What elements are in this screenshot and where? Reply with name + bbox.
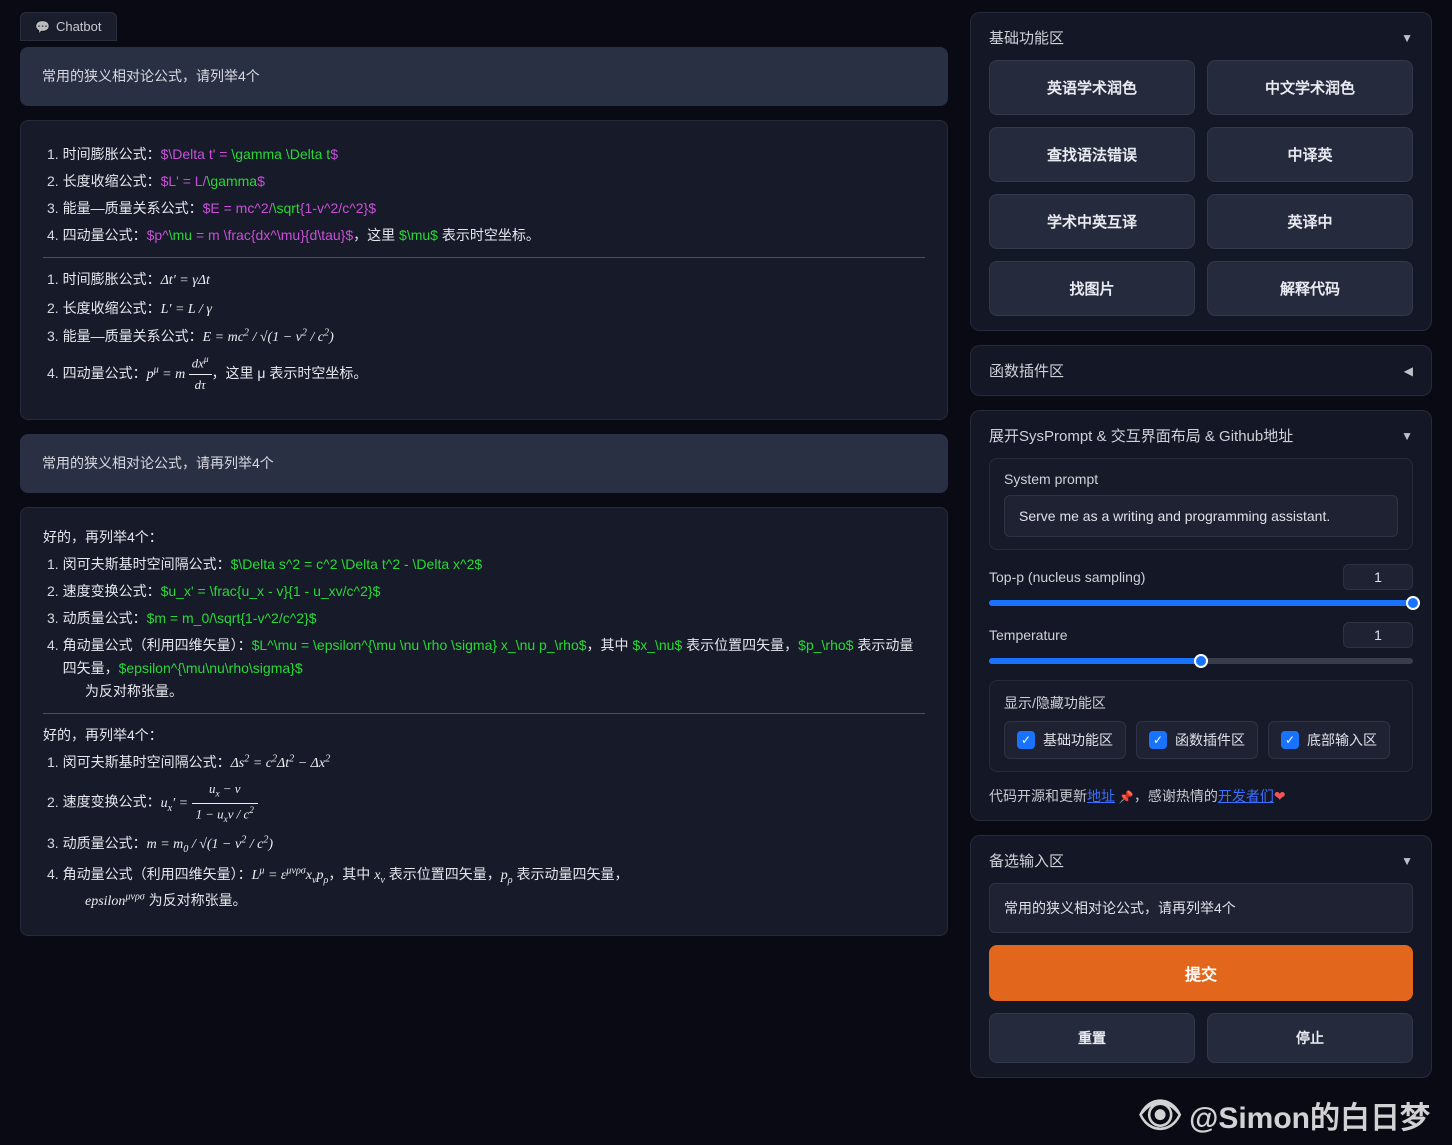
- chevron-down-icon[interactable]: ▼: [1401, 31, 1413, 45]
- toggle-0[interactable]: ✓基础功能区: [1004, 721, 1126, 759]
- function-button-3[interactable]: 中译英: [1207, 127, 1413, 182]
- function-button-7[interactable]: 解释代码: [1207, 261, 1413, 316]
- toggle-1[interactable]: ✓函数插件区: [1136, 721, 1258, 759]
- topp-value[interactable]: 1: [1343, 564, 1413, 590]
- formula-list-rendered: 闵可夫斯基时空间隔公式：Δs2 = c2Δt2 − Δx2 速度变换公式：ux′…: [43, 751, 925, 913]
- chat-area: 常用的狭义相对论公式，请列举4个 时间膨胀公式：$\Delta t' = \ga…: [20, 47, 954, 1133]
- panel-title: 展开SysPrompt & 交互界面布局 & Github地址: [989, 425, 1293, 446]
- topp-slider[interactable]: [989, 600, 1413, 606]
- checkbox-icon: ✓: [1281, 731, 1299, 749]
- system-prompt-input[interactable]: Serve me as a writing and programming as…: [1004, 495, 1398, 537]
- submit-button[interactable]: 提交: [989, 945, 1413, 1001]
- temperature-value[interactable]: 1: [1343, 622, 1413, 648]
- plugin-panel: 函数插件区 ◀: [970, 345, 1432, 396]
- chat-icon: 💬: [35, 20, 50, 34]
- function-button-6[interactable]: 找图片: [989, 261, 1195, 316]
- heart-icon: ❤: [1274, 788, 1286, 804]
- assistant-message: 好的，再列举4个： 闵可夫斯基时空间隔公式：$\Delta s^2 = c^2 …: [20, 507, 948, 937]
- stop-button[interactable]: 停止: [1207, 1013, 1413, 1063]
- toggle-section-label: 显示/隐藏功能区: [1004, 693, 1398, 713]
- chevron-down-icon[interactable]: ▼: [1401, 854, 1413, 868]
- panel-title: 备选输入区: [989, 850, 1064, 871]
- devs-link[interactable]: 开发者们: [1218, 788, 1274, 804]
- system-prompt-label: System prompt: [1004, 471, 1398, 487]
- credits-line: 代码开源和更新地址 📌，感谢热情的开发者们❤: [989, 786, 1413, 806]
- formula-list-raw: 时间膨胀公式：$\Delta t' = \gamma \Delta t$ 长度收…: [43, 143, 925, 247]
- user-message: 常用的狭义相对论公式，请列举4个: [20, 47, 948, 106]
- tab-bar: 💬 Chatbot: [20, 12, 954, 41]
- chevron-left-icon[interactable]: ◀: [1404, 364, 1413, 378]
- function-button-4[interactable]: 学术中英互译: [989, 194, 1195, 249]
- tab-label: Chatbot: [56, 19, 102, 34]
- panel-title: 函数插件区: [989, 360, 1064, 381]
- function-button-0[interactable]: 英语学术润色: [989, 60, 1195, 115]
- topp-label: Top-p (nucleus sampling): [989, 569, 1145, 585]
- formula-list-rendered: 时间膨胀公式：Δt′ = γΔt 长度收缩公式：L′ = L / γ 能量—质量…: [43, 268, 925, 396]
- panel-title: 基础功能区: [989, 27, 1064, 48]
- function-button-1[interactable]: 中文学术润色: [1207, 60, 1413, 115]
- reset-button[interactable]: 重置: [989, 1013, 1195, 1063]
- checkbox-icon: ✓: [1149, 731, 1167, 749]
- sysprompt-panel: 展开SysPrompt & 交互界面布局 & Github地址 ▼ System…: [970, 410, 1432, 821]
- toggle-2[interactable]: ✓底部输入区: [1268, 721, 1390, 759]
- source-link[interactable]: 地址: [1087, 788, 1115, 804]
- checkbox-icon: ✓: [1017, 731, 1035, 749]
- function-button-2[interactable]: 查找语法错误: [989, 127, 1195, 182]
- temperature-label: Temperature: [989, 627, 1068, 643]
- temperature-slider[interactable]: [989, 658, 1413, 664]
- assistant-message: 时间膨胀公式：$\Delta t' = \gamma \Delta t$ 长度收…: [20, 120, 948, 419]
- chevron-down-icon[interactable]: ▼: [1401, 429, 1413, 443]
- function-button-5[interactable]: 英译中: [1207, 194, 1413, 249]
- formula-list-raw: 闵可夫斯基时空间隔公式：$\Delta s^2 = c^2 \Delta t^2…: [43, 553, 925, 704]
- pin-icon: 📌: [1119, 790, 1134, 804]
- tab-chatbot[interactable]: 💬 Chatbot: [20, 12, 117, 41]
- alt-input-panel: 备选输入区 ▼ 常用的狭义相对论公式，请再列举4个 提交 重置 停止: [970, 835, 1432, 1078]
- alt-input-field[interactable]: 常用的狭义相对论公式，请再列举4个: [989, 883, 1413, 933]
- user-message: 常用的狭义相对论公式，请再列举4个: [20, 434, 948, 493]
- basic-functions-panel: 基础功能区 ▼ 英语学术润色中文学术润色查找语法错误中译英学术中英互译英译中找图…: [970, 12, 1432, 331]
